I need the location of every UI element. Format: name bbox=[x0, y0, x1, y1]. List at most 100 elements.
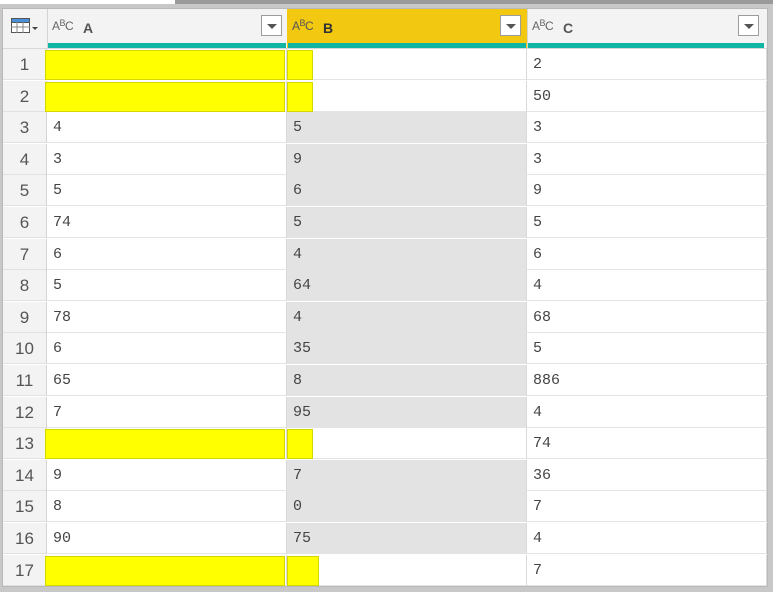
cell-value: 4 bbox=[533, 530, 543, 547]
row-number[interactable]: 1 bbox=[3, 49, 47, 80]
cell-value: 36 bbox=[533, 467, 552, 484]
highlight-mark bbox=[45, 556, 285, 586]
table-cell-b[interactable]: 1 bbox=[287, 49, 527, 80]
table-cell-a[interactable]: 9 bbox=[47, 460, 287, 491]
cell-value: 8 bbox=[53, 498, 63, 515]
table-cell-b[interactable]: 5 bbox=[287, 112, 527, 143]
table-row: 1787877 bbox=[3, 555, 767, 586]
table-cell-a[interactable]: 5 bbox=[47, 270, 287, 301]
cell-value: 75 bbox=[293, 530, 312, 547]
table-cell-b[interactable]: 4 bbox=[287, 428, 527, 459]
table-cell-b[interactable]: 2 bbox=[287, 81, 527, 112]
cell-value: 7 bbox=[533, 498, 543, 515]
table-row: 8 5 64 4 bbox=[3, 270, 767, 301]
cell-value: 9 bbox=[53, 467, 63, 484]
filter-dropdown-button[interactable] bbox=[738, 15, 759, 36]
cell-value: 6 bbox=[53, 340, 63, 357]
table-cell-a[interactable]: 74 bbox=[47, 207, 287, 238]
table-cell-a[interactable]: 65 bbox=[47, 365, 287, 396]
table-cell-c[interactable]: 9 bbox=[527, 175, 767, 206]
table-cell-c[interactable]: 5 bbox=[527, 207, 767, 238]
table-cell-b[interactable]: 75 bbox=[287, 523, 527, 554]
table-cell-c[interactable]: 4 bbox=[527, 397, 767, 428]
text-type-icon[interactable]: ABC bbox=[52, 18, 74, 33]
table-cell-b[interactable]: 4 bbox=[287, 302, 527, 333]
cell-value: 5 bbox=[533, 214, 543, 231]
table-cell-a[interactable]: 5 bbox=[47, 175, 287, 206]
highlight-mark bbox=[45, 82, 285, 112]
row-number[interactable]: 14 bbox=[3, 460, 47, 491]
row-number[interactable]: 11 bbox=[3, 365, 47, 396]
table-row: 14 9 7 36 bbox=[3, 460, 767, 491]
cell-value: 5 bbox=[533, 340, 543, 357]
row-number[interactable]: 7 bbox=[3, 239, 47, 270]
table-cell-c[interactable]: 4 bbox=[527, 270, 767, 301]
table-cell-b[interactable]: 7 bbox=[287, 460, 527, 491]
table-cell-b[interactable]: 5 bbox=[287, 207, 527, 238]
text-type-icon[interactable]: ABC bbox=[532, 18, 554, 33]
table-cell-c[interactable]: 50 bbox=[527, 81, 767, 112]
row-number[interactable]: 5 bbox=[3, 175, 47, 206]
table-cell-a[interactable]: 7 bbox=[47, 397, 287, 428]
table-cell-c[interactable]: 4 bbox=[527, 523, 767, 554]
table-cell-c[interactable]: 5 bbox=[527, 333, 767, 364]
table-cell-a[interactable]: 8 bbox=[47, 491, 287, 522]
table-cell-a[interactable]: 6 bbox=[47, 333, 287, 364]
table-cell-b[interactable]: 8 bbox=[287, 365, 527, 396]
column-name: A bbox=[83, 20, 94, 36]
table-cell-c[interactable]: 3 bbox=[527, 112, 767, 143]
table-cell-b[interactable]: 6 bbox=[287, 175, 527, 206]
filter-dropdown-button[interactable] bbox=[261, 15, 282, 36]
top-border bbox=[0, 0, 773, 4]
cell-value: 3 bbox=[533, 119, 543, 136]
row-number[interactable]: 9 bbox=[3, 302, 47, 333]
table-cell-b[interactable]: 64 bbox=[287, 270, 527, 301]
highlight-mark bbox=[287, 429, 313, 459]
row-number[interactable]: 16 bbox=[3, 523, 47, 554]
row-number[interactable]: 10 bbox=[3, 333, 47, 364]
row-number[interactable]: 2 bbox=[3, 81, 47, 112]
table-cell-b[interactable]: 4 bbox=[287, 239, 527, 270]
row-number[interactable]: 13 bbox=[3, 428, 47, 459]
table-cell-b[interactable]: 95 bbox=[287, 397, 527, 428]
table-cell-a[interactable]: 3 bbox=[47, 144, 287, 175]
row-number[interactable]: 3 bbox=[3, 112, 47, 143]
table-cell-b[interactable]: 87 bbox=[287, 555, 527, 586]
table-cell-b[interactable]: 9 bbox=[287, 144, 527, 175]
table-cell-c[interactable]: 68 bbox=[527, 302, 767, 333]
table-cell-a[interactable]: 4 bbox=[47, 112, 287, 143]
table-row: 4393 bbox=[3, 144, 767, 175]
table-cell-c[interactable]: 2 bbox=[527, 49, 767, 80]
row-number[interactable]: 8 bbox=[3, 270, 47, 301]
text-type-icon[interactable]: ABC bbox=[292, 18, 314, 33]
row-number[interactable]: 6 bbox=[3, 207, 47, 238]
table-row: 134474 bbox=[3, 428, 767, 459]
table-cell-b[interactable]: 35 bbox=[287, 333, 527, 364]
table-cell-c[interactable]: 7 bbox=[527, 555, 767, 586]
cell-value: 5 bbox=[293, 119, 303, 136]
row-number[interactable]: 17 bbox=[3, 555, 47, 586]
row-number[interactable]: 4 bbox=[3, 144, 47, 175]
cell-value: 68 bbox=[533, 309, 552, 326]
filter-dropdown-button[interactable] bbox=[500, 15, 521, 36]
column-quality-bar-b bbox=[288, 43, 526, 48]
table-cell-c[interactable]: 7 bbox=[527, 491, 767, 522]
table-cell-a[interactable]: 78 bbox=[47, 302, 287, 333]
table-cell-b[interactable]: 0 bbox=[287, 491, 527, 522]
row-number[interactable]: 15 bbox=[3, 491, 47, 522]
table-cell-c[interactable]: 6 bbox=[527, 239, 767, 270]
cell-value: 8 bbox=[293, 372, 303, 389]
cell-value: 4 bbox=[53, 119, 63, 136]
cell-value: 78 bbox=[53, 309, 72, 326]
table-cell-a[interactable]: 90 bbox=[47, 523, 287, 554]
table-menu-button[interactable] bbox=[3, 9, 48, 48]
table-cell-c[interactable]: 3 bbox=[527, 144, 767, 175]
cell-value: 50 bbox=[533, 88, 552, 105]
cell-value: 4 bbox=[533, 277, 543, 294]
table-cell-c[interactable]: 886 bbox=[527, 365, 767, 396]
table-cell-c[interactable]: 74 bbox=[527, 428, 767, 459]
row-number[interactable]: 12 bbox=[3, 397, 47, 428]
table-cell-c[interactable]: 36 bbox=[527, 460, 767, 491]
cell-value: 5 bbox=[53, 182, 63, 199]
table-cell-a[interactable]: 6 bbox=[47, 239, 287, 270]
